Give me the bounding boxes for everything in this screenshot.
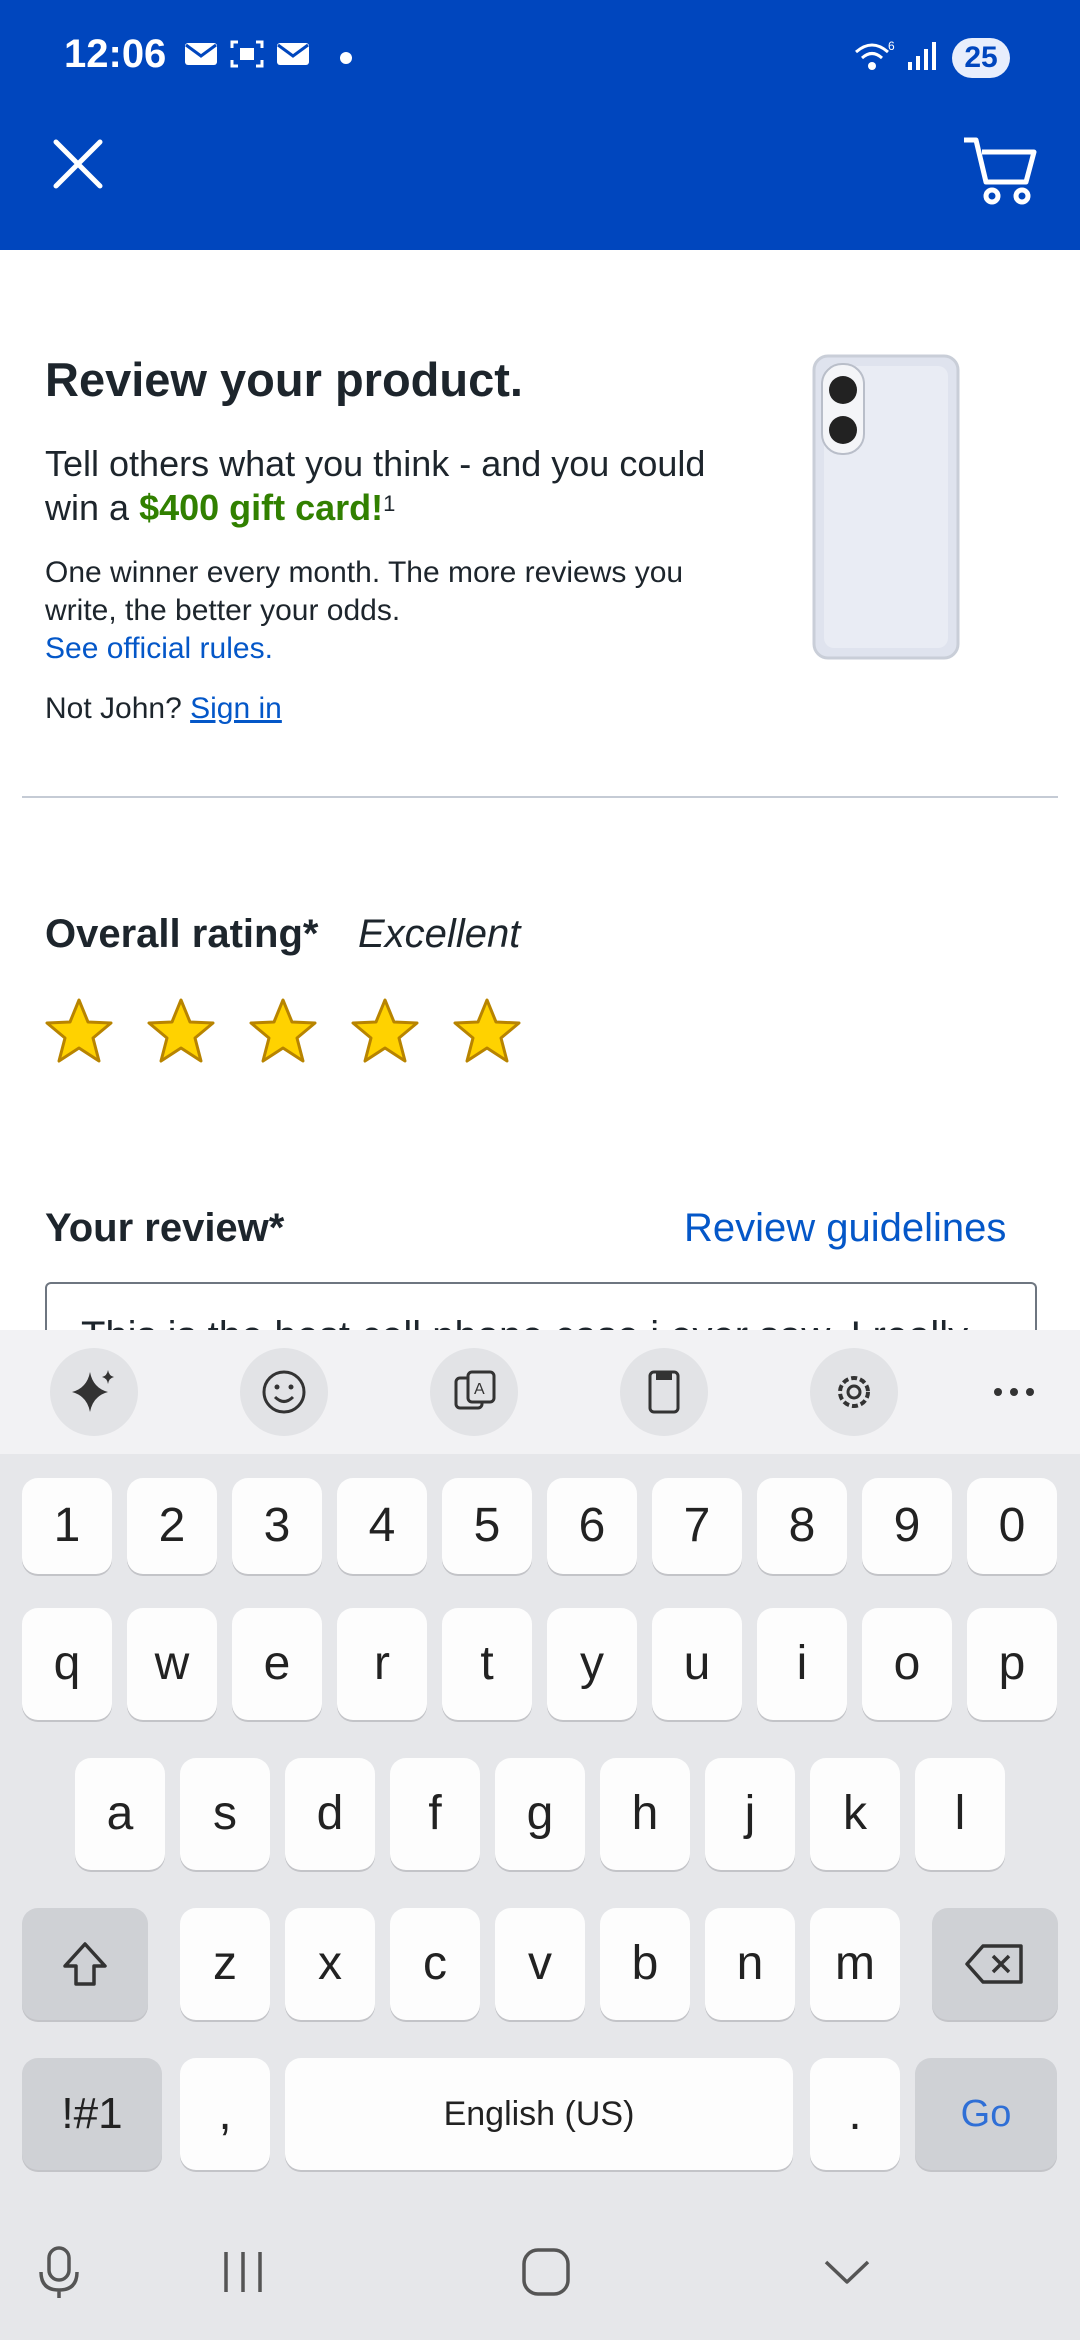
key-u[interactable]: u — [652, 1608, 742, 1720]
close-icon[interactable] — [44, 130, 112, 198]
star-5[interactable] — [452, 996, 522, 1066]
keyboard-toolbar — [0, 1330, 1080, 1454]
key-6[interactable]: 6 — [547, 1478, 637, 1574]
contest-description: Tell others what you think - and you cou… — [45, 442, 725, 530]
key-e[interactable]: e — [232, 1608, 322, 1720]
key-m[interactable]: m — [810, 1908, 900, 2020]
review-guidelines-link[interactable]: Review guidelines — [684, 1206, 1006, 1251]
key-d[interactable]: d — [285, 1758, 375, 1870]
svg-text:A: A — [474, 1381, 485, 1398]
mail-icon — [185, 43, 217, 65]
more-icon[interactable] — [990, 1384, 1038, 1400]
key-r[interactable]: r — [337, 1608, 427, 1720]
key-q[interactable]: q — [22, 1608, 112, 1720]
key-w[interactable]: w — [127, 1608, 217, 1720]
svg-text:6: 6 — [888, 39, 895, 53]
key-s[interactable]: s — [180, 1758, 270, 1870]
status-time: 12:06 — [64, 32, 167, 76]
section-divider — [22, 796, 1058, 798]
space-key[interactable]: English (US) — [285, 2058, 793, 2170]
symbols-key[interactable]: !#1 — [22, 2058, 162, 2170]
recents-icon[interactable] — [218, 2250, 268, 2294]
shift-icon — [63, 1942, 107, 1986]
key-5[interactable]: 5 — [442, 1478, 532, 1574]
key-t[interactable]: t — [442, 1608, 532, 1720]
key-2[interactable]: 2 — [127, 1478, 217, 1574]
emoji-icon[interactable] — [240, 1348, 328, 1436]
mail-icon — [277, 43, 309, 65]
key-c[interactable]: c — [390, 1908, 480, 2020]
key-z[interactable]: z — [180, 1908, 270, 2020]
not-user-text: Not John? — [45, 692, 182, 725]
key-p[interactable]: p — [967, 1608, 1057, 1720]
key-k[interactable]: k — [810, 1758, 900, 1870]
key-g[interactable]: g — [495, 1758, 585, 1870]
key-y[interactable]: y — [547, 1608, 637, 1720]
mic-icon[interactable] — [34, 2244, 84, 2300]
gift-card-amount: $400 gift card! — [139, 487, 384, 528]
back-chevron-icon[interactable] — [822, 2256, 872, 2288]
overall-rating-label: Overall rating* — [45, 912, 319, 956]
key-o[interactable]: o — [862, 1608, 952, 1720]
key-4[interactable]: 4 — [337, 1478, 427, 1574]
official-rules-link[interactable]: See official rules. — [45, 632, 273, 666]
sparkle-icon[interactable] — [50, 1348, 138, 1436]
go-key[interactable]: Go — [915, 2058, 1057, 2170]
key-x[interactable]: x — [285, 1908, 375, 2020]
key-f[interactable]: f — [390, 1758, 480, 1870]
key-n[interactable]: n — [705, 1908, 795, 2020]
key-7[interactable]: 7 — [652, 1478, 742, 1574]
home-icon[interactable] — [520, 2246, 572, 2298]
key-b[interactable]: b — [600, 1908, 690, 2020]
star-2[interactable] — [146, 996, 216, 1066]
footnote-marker: 1 — [383, 491, 396, 516]
signal-icon — [908, 42, 936, 70]
key-1[interactable]: 1 — [22, 1478, 112, 1574]
screenshot-icon — [230, 40, 264, 68]
key-8[interactable]: 8 — [757, 1478, 847, 1574]
cart-icon[interactable] — [960, 130, 1040, 210]
star-3[interactable] — [248, 996, 318, 1066]
key-3[interactable]: 3 — [232, 1478, 322, 1574]
battery-indicator: 25 — [952, 38, 1010, 78]
your-review-label: Your review* — [45, 1206, 285, 1250]
contest-details: One winner every month. The more reviews… — [45, 556, 684, 627]
star-1[interactable] — [44, 996, 114, 1066]
backspace-icon — [965, 1944, 1023, 1984]
notification-dot — [340, 52, 352, 64]
backspace-key[interactable] — [932, 1908, 1058, 2020]
product-image — [812, 354, 960, 660]
account-prompt: Not John? Sign in — [45, 692, 282, 726]
key-0[interactable]: 0 — [967, 1478, 1057, 1574]
star-4[interactable] — [350, 996, 420, 1066]
shift-key[interactable] — [22, 1908, 148, 2020]
key-9[interactable]: 9 — [862, 1478, 952, 1574]
key-j[interactable]: j — [705, 1758, 795, 1870]
translate-icon[interactable]: A — [430, 1348, 518, 1436]
sign-in-link[interactable]: Sign in — [190, 692, 282, 725]
key-l[interactable]: l — [915, 1758, 1005, 1870]
clipboard-icon[interactable] — [620, 1348, 708, 1436]
wifi-icon: 6 — [855, 39, 895, 70]
comma-key[interactable]: , — [180, 2058, 270, 2170]
key-h[interactable]: h — [600, 1758, 690, 1870]
page-title: Review your product. — [45, 353, 523, 406]
period-key[interactable]: . — [810, 2058, 900, 2170]
key-v[interactable]: v — [495, 1908, 585, 2020]
settings-icon[interactable] — [810, 1348, 898, 1436]
key-i[interactable]: i — [757, 1608, 847, 1720]
key-a[interactable]: a — [75, 1758, 165, 1870]
rating-value-text: Excellent — [358, 912, 521, 956]
